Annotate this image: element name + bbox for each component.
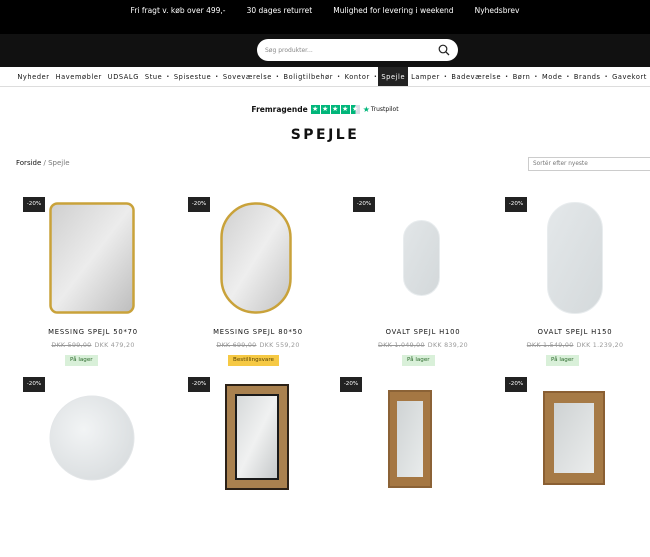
nav-item-havemobler[interactable]: Havemøbler: [53, 67, 105, 86]
breadcrumb-home[interactable]: Forside: [16, 159, 41, 167]
star-icon: ★: [330, 105, 340, 114]
discount-badge: -20%: [188, 197, 210, 212]
announcement-bar: Fri fragt v. køb over 499,- 30 dages ret…: [0, 0, 650, 20]
product-name[interactable]: MESSING SPEJL 80*50: [188, 328, 328, 336]
sort-select[interactable]: Sortér efter nyeste: [528, 157, 650, 171]
nav-item-kontor[interactable]: Kontor: [342, 67, 373, 86]
sale-price: DKK 479,20: [94, 342, 135, 349]
product-image[interactable]: [543, 391, 605, 485]
nav-item-sovevaerelse[interactable]: Soveværelse: [220, 67, 275, 86]
product-image[interactable]: [220, 202, 292, 314]
breadcrumb: Forside / Spejle: [16, 159, 70, 167]
old-price: DKK 699,00: [216, 342, 257, 349]
product-image[interactable]: [49, 202, 135, 314]
product-image[interactable]: [225, 384, 289, 490]
product-card[interactable]: -20%: [188, 377, 338, 557]
nav-item-badevaerelse[interactable]: Badeværelse: [448, 67, 504, 86]
nav-item-spejle[interactable]: Spejle: [378, 67, 409, 86]
stock-status: På lager: [65, 355, 98, 366]
announcement-weekend-delivery[interactable]: Mulighed for levering i weekend: [333, 6, 453, 15]
nav-item-stue[interactable]: Stue: [142, 67, 165, 86]
old-price: DKK 599,00: [51, 342, 92, 349]
product-card[interactable]: -20%: [505, 377, 650, 557]
trustpilot-rating-label: Fremragende: [251, 105, 308, 114]
nav-item-boligtilbehor[interactable]: Boligtilbehør: [280, 67, 336, 86]
search-input[interactable]: [265, 46, 438, 54]
breadcrumb-separator: /: [43, 159, 46, 167]
nav-item-nyheder[interactable]: Nyheder: [14, 67, 52, 86]
trustpilot-star-icon: ★: [362, 105, 370, 114]
search-box[interactable]: [257, 39, 458, 61]
announcement-free-shipping: Fri fragt v. køb over 499,-: [130, 5, 226, 15]
stock-status: På lager: [402, 355, 435, 366]
product-card[interactable]: -20% OVALT SPEJL H100 DKK 1.049,00 DKK 83…: [353, 197, 503, 377]
product-card[interactable]: -20%: [23, 377, 173, 557]
nav-item-born[interactable]: Børn: [510, 67, 534, 86]
discount-badge: -20%: [23, 377, 45, 392]
old-price: DKK 1.549,00: [526, 342, 574, 349]
sale-price: DKK 839,20: [427, 342, 468, 349]
product-price: DKK 1.549,00 DKK 1.239,20: [505, 342, 645, 349]
product-name[interactable]: OVALT SPEJL H150: [505, 328, 645, 336]
nav-item-gavekort[interactable]: Gavekort: [609, 67, 650, 86]
product-image[interactable]: [388, 390, 432, 488]
main-navigation: Nyheder Havemøbler UDSALG Stue • Spisest…: [0, 67, 650, 87]
discount-badge: -20%: [23, 197, 45, 212]
nav-item-udsalg[interactable]: UDSALG: [105, 67, 142, 86]
star-icon: ★: [310, 105, 320, 114]
breadcrumb-current: Spejle: [48, 159, 70, 167]
product-name[interactable]: OVALT SPEJL H100: [353, 328, 493, 336]
product-card[interactable]: -20% MESSING SPEJL 80*50 DKK 699,00 DKK 5…: [188, 197, 338, 377]
sale-price: DKK 1.239,20: [576, 342, 624, 349]
stock-status: Bestillingsvare: [228, 355, 279, 366]
discount-badge: -20%: [188, 377, 210, 392]
page-title: SPEJLE: [290, 127, 360, 143]
product-image[interactable]: [49, 395, 135, 481]
product-price: DKK 699,00 DKK 559,20: [188, 342, 328, 349]
nav-item-mode[interactable]: Mode: [539, 67, 565, 86]
nav-item-brands[interactable]: Brands: [571, 67, 604, 86]
discount-badge: -20%: [340, 377, 362, 392]
nav-item-lamper[interactable]: Lamper: [408, 67, 443, 86]
stock-status: På lager: [546, 355, 579, 366]
product-card[interactable]: -20% OVALT SPEJL H150 DKK 1.549,00 DKK 1.…: [505, 197, 650, 377]
sale-price: DKK 559,20: [259, 342, 300, 349]
product-name[interactable]: MESSING SPEJL 50*70: [23, 328, 163, 336]
product-image[interactable]: [403, 220, 440, 296]
star-icon: ★: [340, 105, 350, 114]
announcement-newsletter[interactable]: Nyhedsbrev: [475, 6, 520, 15]
product-price: DKK 1.049,00 DKK 839,20: [353, 342, 493, 349]
discount-badge: -20%: [353, 197, 375, 212]
trustpilot-logo: ★ Trustpilot: [363, 105, 399, 114]
star-icon: ★: [320, 105, 330, 114]
discount-badge: -20%: [505, 377, 527, 392]
product-image[interactable]: [547, 202, 603, 314]
product-card[interactable]: -20%: [340, 377, 490, 557]
announcement-returns: 30 dages returret: [246, 5, 313, 15]
discount-badge: -20%: [505, 197, 527, 212]
product-price: DKK 599,00 DKK 479,20: [23, 342, 163, 349]
nav-item-spisestue[interactable]: Spisestue: [171, 67, 214, 86]
star-half-icon: ★: [350, 105, 360, 114]
trustpilot-stars: ★ ★ ★ ★ ★: [310, 105, 360, 114]
old-price: DKK 1.049,00: [378, 342, 425, 349]
trustpilot-brand: Trustpilot: [370, 106, 399, 113]
search-icon[interactable]: [438, 44, 450, 56]
product-card[interactable]: -20% MESSING SPEJL 50*70 DKK 599,00 DKK 4…: [23, 197, 173, 377]
trustpilot-widget[interactable]: Fremragende ★ ★ ★ ★ ★ ★ Trustpilot: [0, 105, 650, 114]
